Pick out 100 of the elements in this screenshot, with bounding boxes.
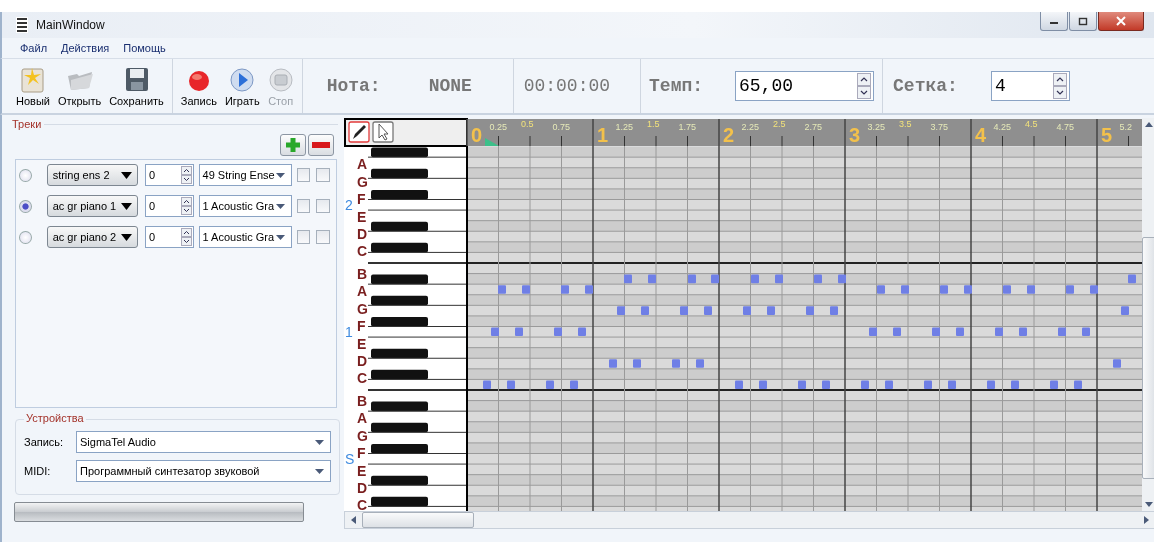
instrument-dropdown[interactable]: 1 Acoustic Gra: [198, 226, 292, 248]
note-block[interactable]: [1128, 274, 1136, 284]
note-block[interactable]: [861, 380, 869, 389]
note-block[interactable]: [515, 327, 523, 337]
note-block[interactable]: [743, 306, 751, 315]
volume-spinbox[interactable]: 0: [144, 226, 194, 248]
note-block[interactable]: [696, 359, 704, 368]
checkbox[interactable]: [316, 168, 330, 182]
note-block[interactable]: [901, 285, 909, 294]
checkbox[interactable]: [296, 168, 311, 182]
note-block[interactable]: [1090, 285, 1098, 294]
note-block[interactable]: [940, 285, 948, 294]
horizontal-scrollbar[interactable]: [344, 511, 1154, 529]
note-block[interactable]: [798, 380, 806, 389]
track-name-dropdown[interactable]: ac gr piano 1: [46, 195, 138, 217]
menu-item[interactable]: Действия: [61, 42, 110, 54]
toolbar-button[interactable]: Играть: [220, 60, 264, 112]
remove-track-button[interactable]: [308, 134, 334, 156]
note-block[interactable]: [711, 274, 719, 284]
note-block[interactable]: [554, 327, 562, 337]
note-block[interactable]: [617, 306, 625, 315]
maximize-button[interactable]: [1069, 12, 1097, 31]
wide-button[interactable]: [14, 502, 304, 522]
note-block[interactable]: [956, 327, 964, 337]
note-block[interactable]: [964, 285, 972, 294]
note-block[interactable]: [641, 306, 649, 315]
note-block[interactable]: [751, 274, 759, 284]
note-block[interactable]: [1011, 380, 1019, 389]
menu-item[interactable]: Файл: [20, 42, 48, 54]
note-block[interactable]: [1050, 380, 1058, 389]
note-block[interactable]: [893, 327, 901, 337]
minimize-button[interactable]: [1040, 12, 1068, 31]
note-block[interactable]: [1113, 359, 1121, 368]
track-name-dropdown[interactable]: string ens 2: [46, 164, 138, 186]
note-block[interactable]: [924, 380, 932, 389]
scroll-thumb[interactable]: [1142, 237, 1154, 479]
note-block[interactable]: [546, 380, 554, 389]
note-grid[interactable]: [466, 145, 1142, 511]
note-block[interactable]: [570, 380, 578, 389]
note-block[interactable]: [680, 306, 688, 315]
note-block[interactable]: [1058, 327, 1066, 337]
note-block[interactable]: [609, 359, 617, 368]
note-block[interactable]: [877, 285, 885, 294]
volume-spinbox[interactable]: 0: [144, 164, 194, 186]
timeline-ruler[interactable]: [466, 118, 1142, 147]
note-block[interactable]: [838, 274, 846, 284]
instrument-dropdown[interactable]: 1 Acoustic Gra: [198, 195, 292, 217]
note-block[interactable]: [483, 380, 491, 389]
note-block[interactable]: [522, 285, 530, 294]
note-block[interactable]: [624, 274, 632, 284]
toolbar-button[interactable]: Открыть: [53, 60, 106, 112]
pencil-tool[interactable]: [348, 121, 370, 143]
note-block[interactable]: [704, 306, 712, 315]
instrument-dropdown[interactable]: 49 String Ense: [198, 164, 292, 186]
radio-button[interactable]: [19, 199, 32, 213]
menu-item[interactable]: Помощь: [123, 42, 166, 54]
note-block[interactable]: [672, 359, 680, 368]
note-block[interactable]: [767, 306, 775, 315]
add-track-button[interactable]: [280, 134, 306, 156]
toolbar-button[interactable]: Новый: [12, 60, 54, 112]
note-block[interactable]: [775, 274, 783, 284]
note-block[interactable]: [648, 274, 656, 284]
radio-button[interactable]: [19, 230, 32, 244]
note-block[interactable]: [735, 380, 743, 389]
track-name-dropdown[interactable]: ac gr piano 2: [46, 226, 138, 248]
note-block[interactable]: [578, 327, 586, 337]
radio-button[interactable]: [19, 168, 32, 182]
checkbox[interactable]: [316, 230, 330, 244]
checkbox[interactable]: [316, 199, 330, 213]
checkbox[interactable]: [296, 199, 311, 213]
note-block[interactable]: [1082, 327, 1090, 337]
vertical-scrollbar[interactable]: [1142, 118, 1154, 511]
note-block[interactable]: [1003, 285, 1011, 294]
note-block[interactable]: [932, 327, 940, 337]
scroll-thumb[interactable]: [362, 512, 474, 528]
toolbar-button[interactable]: Запись: [176, 60, 221, 112]
note-block[interactable]: [1074, 380, 1082, 389]
note-block[interactable]: [814, 274, 822, 284]
device-dropdown[interactable]: Программный синтезатор звуковой: [76, 460, 331, 482]
note-block[interactable]: [948, 380, 956, 389]
note-block[interactable]: [507, 380, 515, 389]
device-dropdown[interactable]: SigmaTel Audio: [76, 431, 331, 453]
checkbox[interactable]: [296, 230, 311, 244]
note-block[interactable]: [759, 380, 767, 389]
pointer-tool[interactable]: [372, 121, 394, 143]
volume-spinbox[interactable]: 0: [144, 195, 194, 217]
note-block[interactable]: [561, 285, 569, 294]
note-block[interactable]: [688, 274, 696, 284]
note-block[interactable]: [1019, 327, 1027, 337]
note-block[interactable]: [869, 327, 877, 337]
note-block[interactable]: [885, 380, 893, 389]
grid-spinbox[interactable]: 4: [991, 71, 1071, 101]
toolbar-button[interactable]: Сохранить: [105, 60, 168, 112]
note-block[interactable]: [830, 306, 838, 315]
note-block[interactable]: [585, 285, 593, 294]
note-block[interactable]: [498, 285, 506, 294]
note-block[interactable]: [806, 306, 814, 315]
note-block[interactable]: [822, 380, 830, 389]
note-block[interactable]: [995, 327, 1003, 337]
note-block[interactable]: [1066, 285, 1074, 294]
